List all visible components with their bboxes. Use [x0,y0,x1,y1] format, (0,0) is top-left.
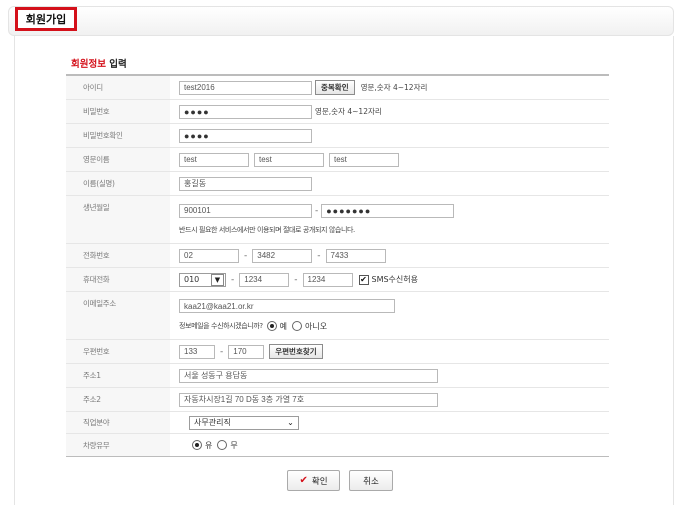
zip-search-button[interactable]: 우편번호찾기 [269,344,323,359]
email-question: 정보메일을 수신하시겠습니까? [179,322,263,331]
confirm-label: 확인 [311,476,328,487]
address1-input[interactable]: 서울 성동구 용답동 [179,368,438,383]
userid-help: 영문,숫자 4~12자리 [360,83,428,92]
header-bar [8,6,674,36]
birth-front-input[interactable]: 900101 [179,203,312,218]
english-name-input-1[interactable]: test [179,152,249,167]
name-input[interactable]: 홍길동 [179,176,312,191]
mobile-input-2[interactable]: 1234 [302,272,353,287]
job-select-value: 사무관리직 [194,418,231,427]
label-address1: 주소1 [66,364,170,387]
label-name: 이름(실명) [66,172,170,195]
row-english-name: 영문이름 test test test [66,148,609,172]
confirm-button[interactable]: ✔ 확인 [287,470,340,491]
form-actions: ✔ 확인 취소 [0,470,680,491]
row-birth: 생년월일 900101 - ●●●●●●● 반드시 필요한 서비스에서만 이용되… [66,196,609,244]
english-name-input-3[interactable]: test [329,152,399,167]
sms-checkbox[interactable]: ✔ [358,274,369,285]
english-name-input-2[interactable]: test [254,152,324,167]
zip-input-2[interactable]: 170 [228,344,265,359]
label-car: 차량유무 [66,434,170,456]
userid-input[interactable]: test2016 [179,80,312,95]
label-password-confirm: 비밀번호확인 [66,124,170,147]
label-phone: 전화번호 [66,244,170,267]
address2-input[interactable]: 자동차시장1길 70 D동 3층 가열 7호 [179,392,438,407]
label-email: 이메일주소 [66,292,170,339]
car-yes-label: 유 [205,440,213,450]
label-password: 비밀번호 [66,100,170,123]
check-icon: ✔ [299,475,308,486]
row-address1: 주소1 서울 성동구 용답동 [66,364,609,388]
section-title-highlight: 회원정보 [71,59,106,70]
cancel-label: 취소 [363,476,379,487]
cancel-button[interactable]: 취소 [349,470,393,491]
mobile-input-1[interactable]: 1234 [239,272,290,287]
label-zipcode: 우편번호 [66,340,170,363]
password-confirm-input[interactable]: ●●●● [179,128,312,143]
label-job: 직업분야 [66,412,170,433]
birth-back-input[interactable]: ●●●●●●● [321,203,455,218]
mobile-prefix-value: 010 [184,275,200,284]
label-address2: 주소2 [66,388,170,411]
chevron-down-icon: ▼ [211,273,224,286]
car-no-label: 무 [230,440,238,450]
row-car: 차량유무 유 무 [66,434,609,456]
job-select[interactable]: 사무관리직 ⌄ [189,415,299,430]
section-title: 회원정보 입력 [71,56,127,70]
sms-label: SMS수신허용 [371,275,419,284]
page-title-text: 회원가입 [25,13,67,26]
row-name: 이름(실명) 홍길동 [66,172,609,196]
row-mobile: 휴대전화 010 ▼ - 1234 - 1234 ✔ SMS수신허용 [66,268,609,292]
row-zipcode: 우편번호 133 - 170 우편번호찾기 [66,340,609,364]
birth-note: 반드시 필요한 서비스에서만 이용되며 절대로 공개되지 않습니다. [179,226,355,235]
car-yes-radio[interactable] [192,440,202,450]
password-input[interactable]: ●●●● [179,104,312,119]
row-address2: 주소2 자동차시장1길 70 D동 3층 가열 7호 [66,388,609,412]
email-yes-label: 예 [279,321,288,331]
email-input[interactable]: kaa21@kaa21.or.kr [179,299,395,314]
label-birth: 생년월일 [66,196,170,243]
section-title-rest: 입력 [109,59,127,70]
page-title: 회원가입 [15,7,77,31]
chevron-down-icon: ⌄ [287,418,294,427]
zip-input-1[interactable]: 133 [179,344,215,359]
phone-input-2[interactable]: 3482 [252,248,313,263]
row-email: 이메일주소 kaa21@kaa21.or.kr 정보메일을 수신하시겠습니까? … [66,292,609,340]
row-job: 직업분야 사무관리직 ⌄ [66,412,609,434]
row-phone: 전화번호 02 - 3482 - 7433 [66,244,609,268]
email-no-label: 아니오 [305,321,328,331]
label-mobile: 휴대전화 [66,268,170,291]
member-form: 아이디 test2016 중복확인 영문,숫자 4~12자리 비밀번호 ●●●●… [66,74,609,457]
row-password-confirm: 비밀번호확인 ●●●● [66,124,609,148]
row-password: 비밀번호 ●●●● 영문,숫자 4~12자리 [66,100,609,124]
label-userid: 아이디 [66,76,170,99]
email-no-radio[interactable] [292,321,303,332]
row-userid: 아이디 test2016 중복확인 영문,숫자 4~12자리 [66,76,609,100]
password-help: 영문,숫자 4~12자리 [315,107,382,116]
car-no-radio[interactable] [217,440,228,450]
phone-input-3[interactable]: 7433 [325,248,386,263]
phone-input-1[interactable]: 02 [179,248,239,263]
mobile-prefix-select[interactable]: 010 ▼ [179,272,226,287]
dup-check-button[interactable]: 중복확인 [315,80,355,95]
label-english-name: 영문이름 [66,148,170,171]
email-yes-radio[interactable] [266,321,277,332]
